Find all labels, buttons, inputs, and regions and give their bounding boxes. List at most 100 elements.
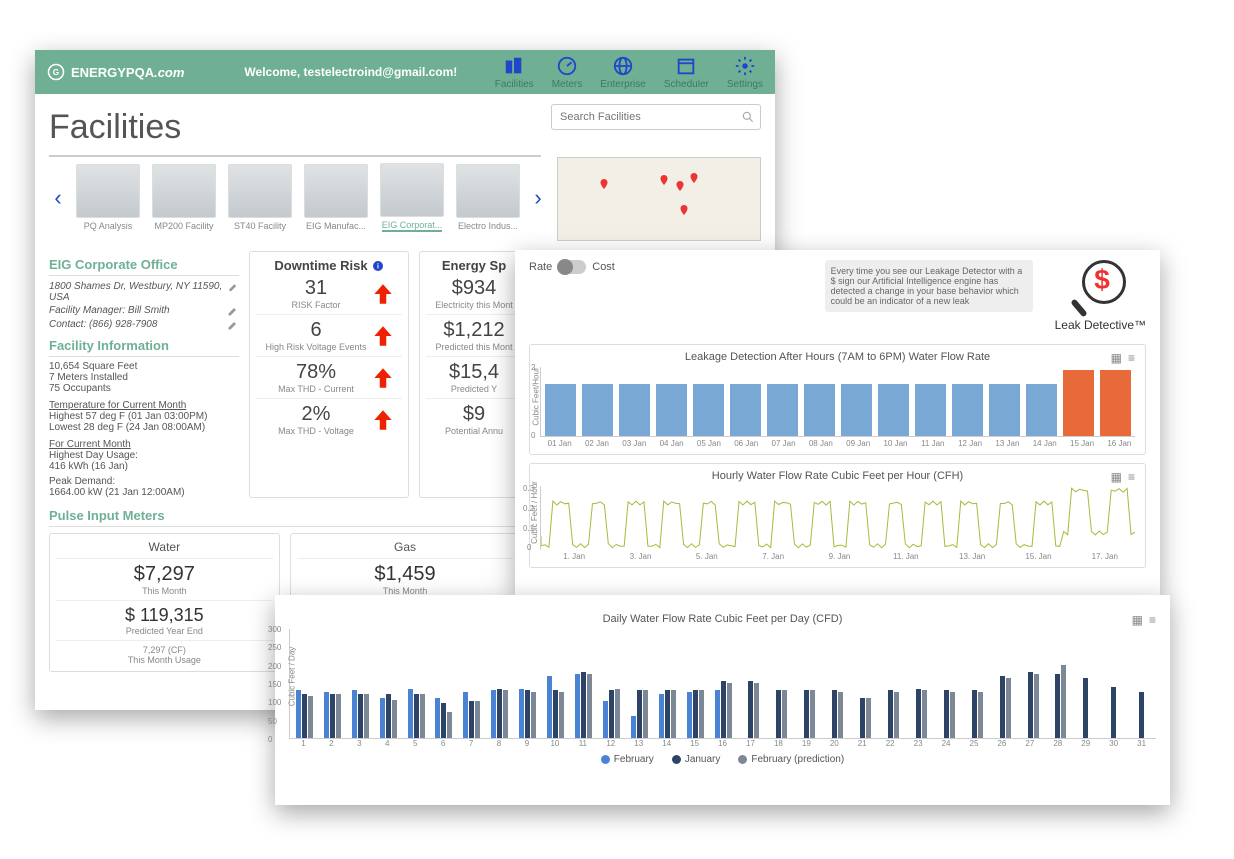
bar-group[interactable] [906,689,931,739]
arrow-up-icon [370,365,396,391]
bar-group[interactable] [571,672,596,738]
nav-enterprise[interactable]: Enterprise [600,55,646,90]
bar-group[interactable] [599,689,624,739]
menu-icon[interactable]: ≡ [1128,351,1135,365]
energy-card: Energy Sp $934Electricity this Mont$1,21… [419,251,529,498]
bar[interactable] [619,384,650,436]
bar-group[interactable] [1101,687,1126,738]
facility-sidebar: EIG Corporate Office 1800 Shames Dr, Wes… [49,251,239,498]
nav-settings[interactable]: Settings [727,55,763,90]
bar[interactable] [841,384,872,436]
bar-group[interactable] [739,681,764,738]
brand-icon: G [47,63,65,81]
page-title: Facilities [49,108,541,147]
line-path [541,486,1135,550]
bar-group[interactable] [878,690,903,738]
rate-cost-toggle[interactable]: RateCost [529,260,615,274]
downtime-card: Downtime Risk i 31RISK Factor6High Risk … [249,251,409,498]
bar-group[interactable] [850,698,875,738]
search-icon [741,110,755,124]
map-pin-icon [658,174,670,186]
pulse-card-water[interactable]: Water $7,297This Month $ 119,315Predicte… [49,533,280,672]
thumb-manufac[interactable]: EIG Manufac... [301,164,371,231]
bar[interactable] [952,384,983,436]
bar-group[interactable] [627,690,652,738]
thumb-corporate[interactable]: EIG Corporat... [377,163,447,232]
bar-group[interactable] [376,694,401,738]
calendar-icon [675,55,697,77]
bar-group[interactable] [794,690,819,738]
bar-group[interactable] [655,690,680,738]
edit-icon[interactable] [227,319,239,331]
bar-group[interactable] [1018,672,1043,738]
map-pin-icon [598,178,610,190]
facility-info-heading: Facility Information [49,338,239,357]
bar-group[interactable] [766,690,791,738]
bar-group[interactable] [1073,678,1098,739]
nav-facilities[interactable]: Facilities [495,55,534,90]
grid-icon[interactable]: ▦ [1111,470,1122,484]
hourly-line-chart: ▦≡ Hourly Water Flow Rate Cubic Feet per… [529,463,1146,568]
bar[interactable] [1100,370,1131,436]
globe-icon [612,55,634,77]
bar-group[interactable] [404,689,429,739]
leak-detective-logo: $ Leak Detective™ [1055,260,1146,332]
thumb-electro[interactable]: Electro Indus... [453,164,523,231]
grid-icon[interactable]: ▦ [1132,613,1143,627]
gear-icon [734,55,756,77]
map-pin-icon [688,172,700,184]
bar[interactable] [804,384,835,436]
bar-group[interactable] [459,692,484,738]
facility-thumbnails: ‹ PQ Analysis MP200 Facility ST40 Facili… [49,163,547,232]
thumb-st40[interactable]: ST40 Facility [225,164,295,231]
bar[interactable] [1063,370,1094,436]
welcome-text: Welcome, testelectroind@gmail.com! [244,65,457,79]
bar[interactable] [545,384,576,436]
bar-group[interactable] [822,690,847,738]
bar-group[interactable] [543,676,568,738]
daily-bar-chart: ▦≡ Daily Water Flow Rate Cubic Feet per … [289,613,1156,765]
bar[interactable] [693,384,724,436]
bar[interactable] [656,384,687,436]
chevron-left-icon[interactable]: ‹ [49,168,67,228]
bar-group[interactable] [962,690,987,738]
brand-logo[interactable]: G ENERGYPQA.com [47,63,184,81]
edit-icon[interactable] [228,281,239,293]
nav-scheduler[interactable]: Scheduler [664,55,709,90]
daily-legend: February January February (prediction) [289,754,1156,765]
bar[interactable] [767,384,798,436]
bar[interactable] [989,384,1020,436]
info-icon[interactable]: i [372,260,384,272]
search-input[interactable] [551,104,761,130]
bar[interactable] [730,384,761,436]
facility-name: EIG Corporate Office [49,257,239,276]
thumb-pq[interactable]: PQ Analysis [73,164,143,231]
bar-group[interactable] [320,692,345,738]
nav-meters[interactable]: Meters [552,55,583,90]
top-bar: G ENERGYPQA.com Welcome, testelectroind@… [35,50,775,94]
bar-group[interactable] [1129,692,1154,738]
grid-icon[interactable]: ▦ [1111,351,1122,365]
edit-icon[interactable] [227,305,239,317]
bar[interactable] [1026,384,1057,436]
bar[interactable] [878,384,909,436]
bar-group[interactable] [515,689,540,739]
bar[interactable] [915,384,946,436]
bar-group[interactable] [348,690,373,738]
map-pin-icon [678,204,690,216]
thumb-mp200[interactable]: MP200 Facility [149,164,219,231]
menu-icon[interactable]: ≡ [1149,613,1156,627]
bar-group[interactable] [990,676,1015,738]
facilities-map[interactable] [557,157,761,241]
bar-group[interactable] [487,689,512,739]
chevron-right-icon[interactable]: › [529,168,547,228]
bar-group[interactable] [1045,665,1070,738]
bar-group[interactable] [934,690,959,738]
bar-group[interactable] [432,698,457,738]
map-pin-icon [674,180,686,192]
bar[interactable] [582,384,613,436]
bar-group[interactable] [711,681,736,738]
menu-icon[interactable]: ≡ [1128,470,1135,484]
leakage-bar-chart: ▦≡ Leakage Detection After Hours (7AM to… [529,344,1146,455]
bar-group[interactable] [683,690,708,738]
